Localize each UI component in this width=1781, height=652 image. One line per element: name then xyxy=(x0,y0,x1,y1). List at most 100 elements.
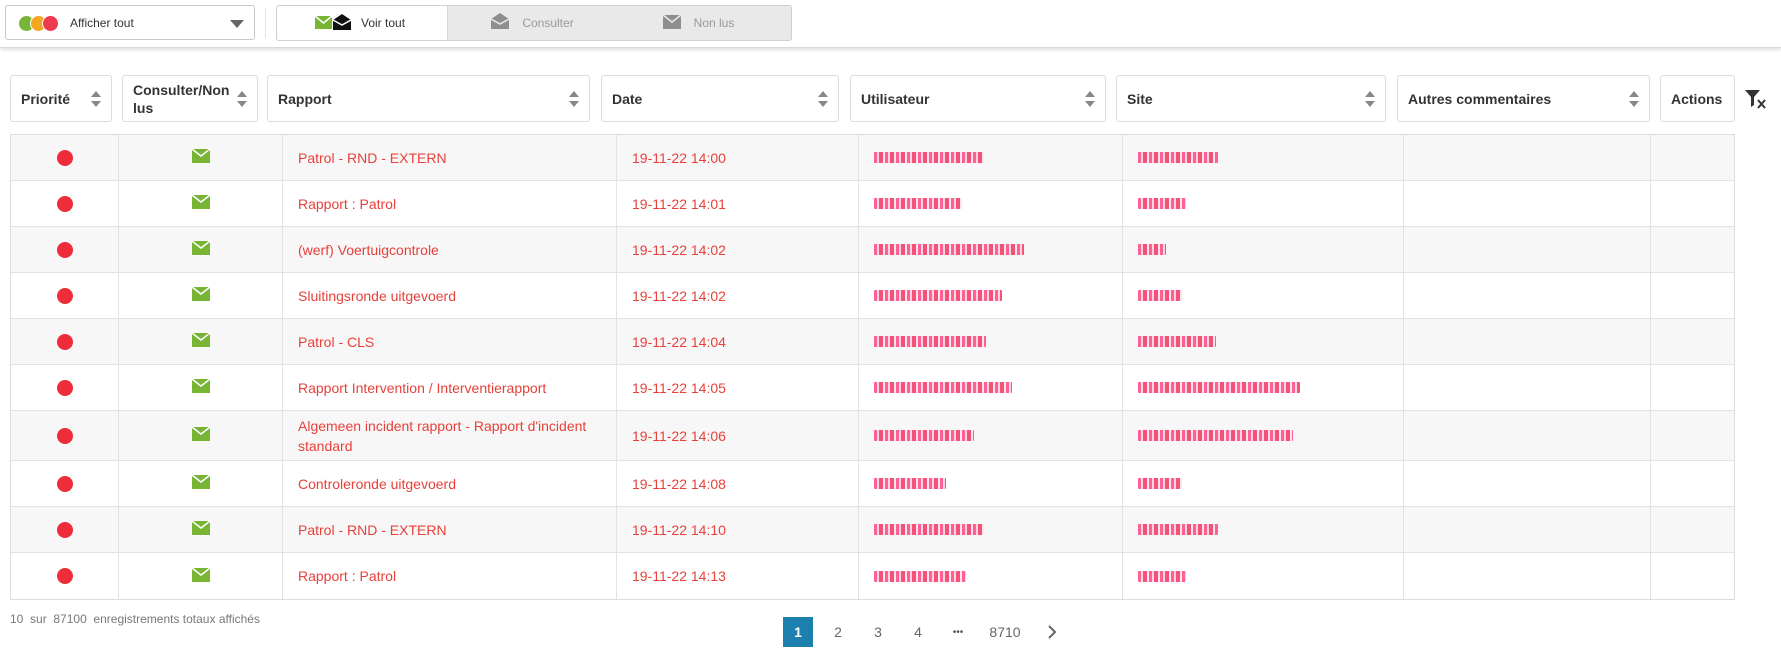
envelope-icon[interactable] xyxy=(191,240,210,258)
page-button-2[interactable]: 2 xyxy=(823,617,853,647)
sort-icon[interactable] xyxy=(1629,90,1639,107)
table-row[interactable]: Rapport : Patrol 19-11-22 14:01 xyxy=(11,181,1734,227)
date-text: 19-11-22 14:04 xyxy=(632,333,726,350)
sort-icon[interactable] xyxy=(237,90,247,107)
page-button-3[interactable]: 3 xyxy=(863,617,893,647)
date-text: 19-11-22 14:06 xyxy=(632,427,726,444)
rapport-link[interactable]: Rapport : Patrol xyxy=(298,566,396,586)
column-header-label: Date xyxy=(612,90,643,107)
table-row[interactable]: Patrol - RND - EXTERN 19-11-22 14:00 xyxy=(11,135,1734,181)
envelope-icon[interactable] xyxy=(191,378,210,396)
column-header-utilisateur[interactable]: Utilisateur xyxy=(850,75,1106,122)
priority-filter-select[interactable]: Afficher tout xyxy=(5,5,255,40)
rapport-cell[interactable]: Patrol - CLS xyxy=(283,319,617,364)
envelope-icon[interactable] xyxy=(191,194,210,212)
envelope-icon[interactable] xyxy=(191,426,210,444)
rapport-cell[interactable]: Rapport : Patrol xyxy=(283,181,617,226)
page-button-last[interactable]: 8710 xyxy=(983,617,1027,647)
tab-consulter[interactable]: Consulter xyxy=(448,6,619,40)
table-row[interactable]: Controleronde uitgevoerd 19-11-22 14:08 xyxy=(11,461,1734,507)
rapport-link[interactable]: Algemeen incident rapport - Rapport d'in… xyxy=(298,416,616,456)
read-status-cell[interactable] xyxy=(119,273,283,318)
read-status-cell[interactable] xyxy=(119,507,283,552)
rapport-cell[interactable]: Algemeen incident rapport - Rapport d'in… xyxy=(283,411,617,460)
rapport-link[interactable]: Rapport Intervention / Interventierappor… xyxy=(298,378,546,398)
sort-icon[interactable] xyxy=(569,90,579,107)
envelope-icon[interactable] xyxy=(191,520,210,538)
read-status-cell[interactable] xyxy=(119,319,283,364)
table-row[interactable]: Patrol - RND - EXTERN 19-11-22 14:10 xyxy=(11,507,1734,553)
chevron-right-icon[interactable] xyxy=(1037,617,1067,647)
rapport-link[interactable]: Controleronde uitgevoerd xyxy=(298,474,456,494)
tab-voir-tout[interactable]: Voir tout xyxy=(277,6,449,40)
redacted-site xyxy=(1138,430,1293,441)
read-status-cell[interactable] xyxy=(119,181,283,226)
table-row[interactable]: Patrol - CLS 19-11-22 14:04 xyxy=(11,319,1734,365)
tab-non-lus[interactable]: Non lus xyxy=(620,6,791,40)
envelope-icon[interactable] xyxy=(191,286,210,304)
priority-cell xyxy=(11,553,119,599)
comments-cell xyxy=(1404,411,1651,460)
site-cell xyxy=(1123,135,1404,180)
records-shown: 10 xyxy=(10,612,24,626)
rapport-link[interactable]: Sluitingsronde uitgevoerd xyxy=(298,286,456,306)
redacted-user xyxy=(874,244,1024,255)
rapport-link[interactable]: Patrol - RND - EXTERN xyxy=(298,148,447,168)
rapport-cell[interactable]: Controleronde uitgevoerd xyxy=(283,461,617,506)
user-cell xyxy=(859,319,1123,364)
rapport-link[interactable]: (werf) Voertuigcontrole xyxy=(298,240,439,260)
pagination: 1 2 3 4 ••• 8710 xyxy=(783,617,1077,647)
envelope-icon[interactable] xyxy=(191,566,210,585)
sort-icon[interactable] xyxy=(818,90,828,107)
column-header-priorite[interactable]: Priorité xyxy=(10,75,112,122)
column-header-label: Rapport xyxy=(278,90,332,107)
rapport-cell[interactable]: Rapport : Patrol xyxy=(283,553,617,599)
read-status-cell[interactable] xyxy=(119,461,283,506)
chevron-down-icon[interactable] xyxy=(230,20,244,28)
redacted-user xyxy=(874,198,962,209)
open-envelope-icon xyxy=(490,13,510,33)
table-row[interactable]: Sluitingsronde uitgevoerd 19-11-22 14:02 xyxy=(11,273,1734,319)
rapport-cell[interactable]: Patrol - RND - EXTERN xyxy=(283,507,617,552)
rapport-cell[interactable]: Sluitingsronde uitgevoerd xyxy=(283,273,617,318)
sort-icon[interactable] xyxy=(1365,90,1375,107)
column-header-site[interactable]: Site xyxy=(1116,75,1386,122)
filter-clear-icon[interactable] xyxy=(1745,90,1767,110)
comments-cell xyxy=(1404,365,1651,410)
envelope-icon[interactable] xyxy=(191,474,210,492)
table-row[interactable]: (werf) Voertuigcontrole 19-11-22 14:02 xyxy=(11,227,1734,273)
read-status-cell[interactable] xyxy=(119,411,283,460)
rapport-link[interactable]: Rapport : Patrol xyxy=(298,194,396,214)
priority-dot-icon xyxy=(56,427,73,444)
rapport-cell[interactable]: (werf) Voertuigcontrole xyxy=(283,227,617,272)
redacted-site xyxy=(1138,524,1218,535)
read-status-cell[interactable] xyxy=(119,365,283,410)
column-header-actions: Actions xyxy=(1660,75,1735,122)
page-button-1[interactable]: 1 xyxy=(783,617,813,647)
rapport-link[interactable]: Patrol - CLS xyxy=(298,332,374,352)
priority-cell xyxy=(11,135,119,180)
table-row[interactable]: Rapport : Patrol 19-11-22 14:13 xyxy=(11,553,1734,599)
rapport-cell[interactable]: Rapport Intervention / Interventierappor… xyxy=(283,365,617,410)
date-cell: 19-11-22 14:05 xyxy=(617,365,859,410)
rapport-link[interactable]: Patrol - RND - EXTERN xyxy=(298,520,447,540)
read-status-cell[interactable] xyxy=(119,135,283,180)
page-button-4[interactable]: 4 xyxy=(903,617,933,647)
column-header-date[interactable]: Date xyxy=(601,75,839,122)
actions-cell xyxy=(1651,461,1734,506)
table-row[interactable]: Algemeen incident rapport - Rapport d'in… xyxy=(11,411,1734,461)
read-status-cell[interactable] xyxy=(119,553,283,599)
column-header-autres-commentaires[interactable]: Autres commentaires xyxy=(1397,75,1650,122)
column-header-rapport[interactable]: Rapport xyxy=(267,75,590,122)
site-cell xyxy=(1123,507,1404,552)
read-status-cell[interactable] xyxy=(119,227,283,272)
column-header-label: Site xyxy=(1127,90,1153,107)
envelope-icon[interactable] xyxy=(191,332,210,350)
sort-icon[interactable] xyxy=(1085,90,1095,107)
top-toolbar: Afficher tout Voir tout Consulter Non lu… xyxy=(0,0,1781,48)
column-header-consulter[interactable]: Consulter/Non lus xyxy=(122,75,258,122)
sort-icon[interactable] xyxy=(91,90,101,107)
envelope-icon[interactable] xyxy=(191,148,210,166)
rapport-cell[interactable]: Patrol - RND - EXTERN xyxy=(283,135,617,180)
table-row[interactable]: Rapport Intervention / Interventierappor… xyxy=(11,365,1734,411)
